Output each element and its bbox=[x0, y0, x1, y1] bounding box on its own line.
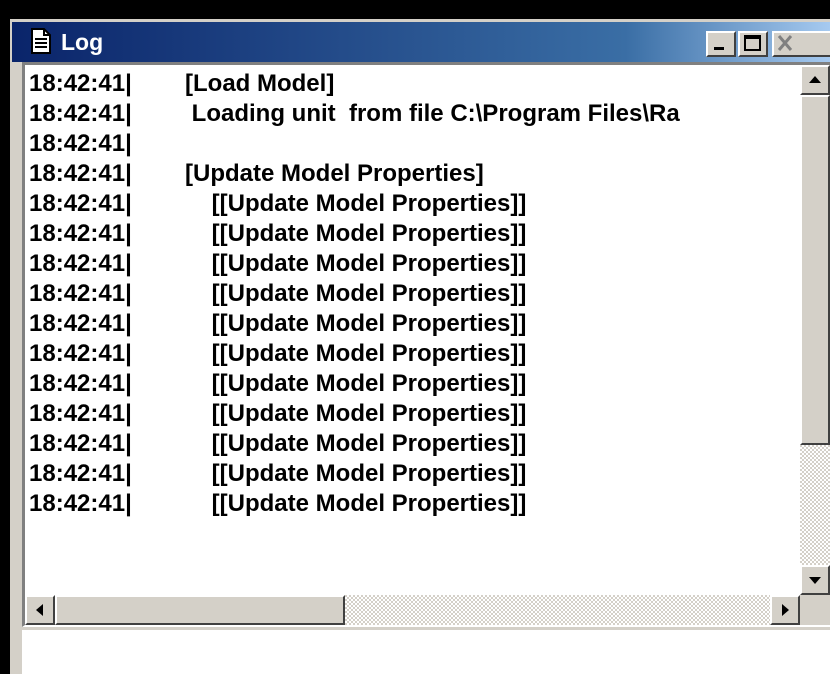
vertical-scroll-thumb[interactable] bbox=[800, 95, 830, 445]
log-timestamp: 18:42:41| bbox=[29, 340, 132, 367]
log-message: [[Update Model Properties]] bbox=[185, 370, 527, 397]
log-message: [Load Model] bbox=[185, 70, 335, 97]
log-panel[interactable]: 18:42:41| [Load Model] 18:42:41| Loading u… bbox=[22, 62, 830, 627]
log-timestamp: 18:42:41| bbox=[29, 460, 132, 487]
log-timestamp: 18:42:41| bbox=[29, 310, 132, 337]
scroll-up-button[interactable] bbox=[800, 65, 830, 95]
status-bar bbox=[22, 627, 830, 674]
maximize-icon bbox=[740, 33, 766, 55]
log-line: 18:42:41| [[Update Model Properties]] bbox=[29, 489, 799, 519]
close-button[interactable] bbox=[772, 31, 830, 57]
log-message: [[Update Model Properties]] bbox=[185, 280, 527, 307]
log-timestamp: 18:42:41| bbox=[29, 130, 132, 157]
arrow-down-icon bbox=[802, 567, 828, 593]
log-message: [[Update Model Properties]] bbox=[185, 310, 527, 337]
document-icon bbox=[30, 28, 52, 54]
log-line: 18:42:41| [[Update Model Properties]] bbox=[29, 339, 799, 369]
log-timestamp: 18:42:41| bbox=[29, 70, 132, 97]
horizontal-scroll-thumb[interactable] bbox=[55, 595, 345, 625]
log-message: [[Update Model Properties]] bbox=[185, 190, 527, 217]
close-icon bbox=[774, 33, 830, 55]
log-line: 18:42:41| [[Update Model Properties]] bbox=[29, 279, 799, 309]
log-timestamp: 18:42:41| bbox=[29, 100, 132, 127]
vertical-scrollbar[interactable] bbox=[800, 65, 830, 595]
window-title: Log bbox=[61, 29, 104, 55]
horizontal-scrollbar[interactable] bbox=[25, 595, 800, 625]
log-timestamp: 18:42:41| bbox=[29, 250, 132, 277]
maximize-button[interactable] bbox=[738, 31, 768, 57]
log-message: [[Update Model Properties]] bbox=[185, 490, 527, 517]
log-timestamp: 18:42:41| bbox=[29, 370, 132, 397]
log-message: [[Update Model Properties]] bbox=[185, 220, 527, 247]
scroll-left-button[interactable] bbox=[25, 595, 55, 625]
log-line: 18:42:41| [[Update Model Properties]] bbox=[29, 369, 799, 399]
log-line: 18:42:41| [[Update Model Properties]] bbox=[29, 249, 799, 279]
log-timestamp: 18:42:41| bbox=[29, 160, 132, 187]
log-line: 18:42:41| [[Update Model Properties]] bbox=[29, 219, 799, 249]
log-timestamp: 18:42:41| bbox=[29, 430, 132, 457]
log-timestamp: 18:42:41| bbox=[29, 220, 132, 247]
log-message: [[Update Model Properties]] bbox=[185, 400, 527, 427]
scroll-down-button[interactable] bbox=[800, 565, 830, 595]
log-message: [[Update Model Properties]] bbox=[185, 430, 527, 457]
log-message: Loading unit from file C:\Program Files\… bbox=[185, 100, 680, 127]
log-line: 18:42:41| [[Update Model Properties]] bbox=[29, 189, 799, 219]
minimize-icon bbox=[708, 33, 734, 55]
arrow-up-icon bbox=[802, 67, 828, 93]
log-message: [[Update Model Properties]] bbox=[185, 340, 527, 367]
log-message: [[Update Model Properties]] bbox=[185, 250, 527, 277]
title-bar[interactable]: Log bbox=[12, 22, 830, 62]
arrow-right-icon bbox=[772, 597, 798, 623]
log-message: [[Update Model Properties]] bbox=[185, 460, 527, 487]
log-line: 18:42:41| [[Update Model Properties]] bbox=[29, 459, 799, 489]
log-timestamp: 18:42:41| bbox=[29, 280, 132, 307]
log-line: 18:42:41| [Update Model Properties] bbox=[29, 159, 799, 189]
log-timestamp: 18:42:41| bbox=[29, 400, 132, 427]
log-line: 18:42:41| bbox=[29, 129, 799, 159]
log-line: 18:42:41| [Load Model] bbox=[29, 69, 799, 99]
minimize-button[interactable] bbox=[706, 31, 736, 57]
log-line: 18:42:41| [[Update Model Properties]] bbox=[29, 429, 799, 459]
log-timestamp: 18:42:41| bbox=[29, 490, 132, 517]
log-line: 18:42:41| [[Update Model Properties]] bbox=[29, 399, 799, 429]
log-message: [Update Model Properties] bbox=[185, 160, 484, 187]
log-line: 18:42:41| [[Update Model Properties]] bbox=[29, 309, 799, 339]
arrow-left-icon bbox=[27, 597, 53, 623]
log-lines: 18:42:41| [Load Model] 18:42:41| Loading u… bbox=[25, 65, 800, 595]
log-timestamp: 18:42:41| bbox=[29, 190, 132, 217]
scrollbar-corner bbox=[800, 595, 830, 625]
scroll-right-button[interactable] bbox=[770, 595, 800, 625]
log-line: 18:42:41| Loading unit from file C:\Prog… bbox=[29, 99, 799, 129]
